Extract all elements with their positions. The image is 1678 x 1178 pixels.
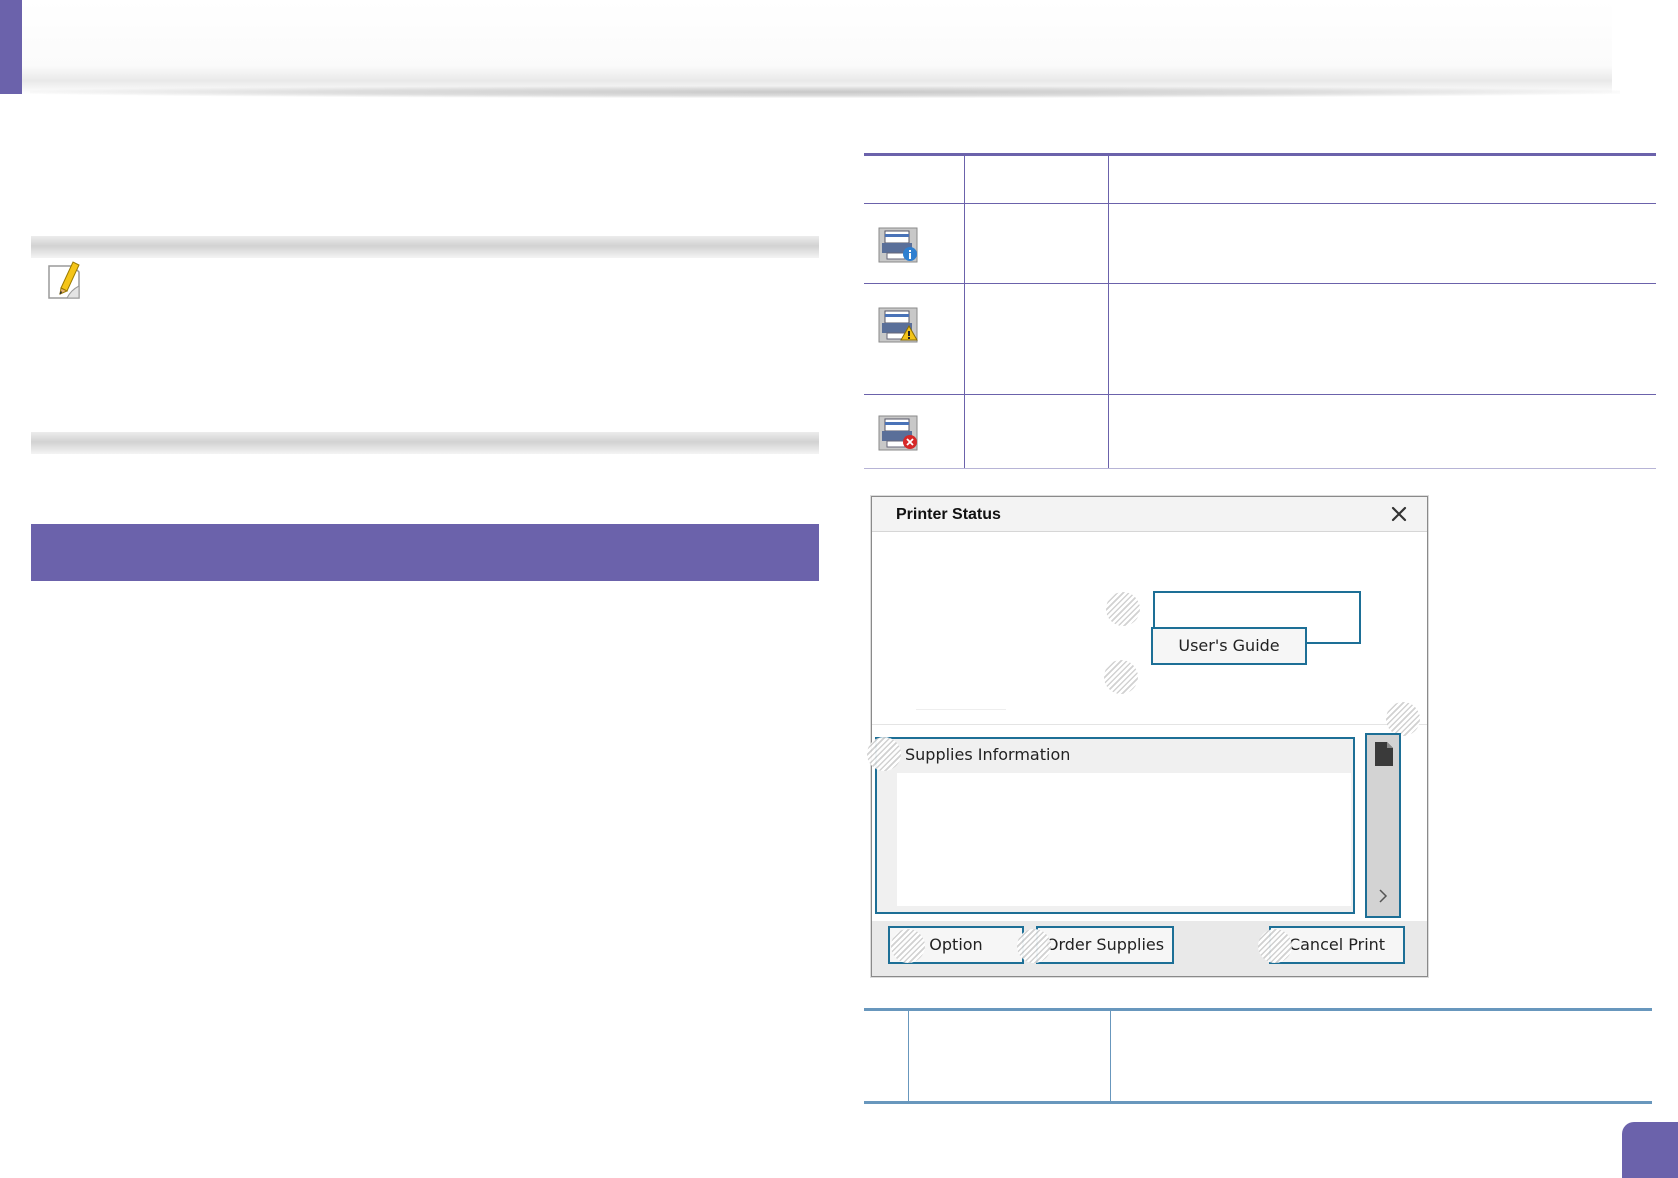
printer-status-dialog: Printer Status User's Guide Supplies Inf… (867, 496, 1428, 977)
close-icon[interactable] (1389, 504, 1409, 524)
printer-info-icon (877, 226, 921, 264)
table-column-divider (1110, 1011, 1111, 1101)
chevron-right-icon[interactable] (1376, 887, 1390, 910)
printer-warning-icon (877, 306, 921, 344)
callout-marker (1106, 592, 1140, 626)
note-pencil-icon (45, 258, 85, 302)
page-number-badge (1622, 1122, 1678, 1178)
header-accent-bar (0, 0, 22, 94)
table-column-divider (908, 1011, 909, 1101)
dialog-title: Printer Status (896, 506, 1001, 523)
dialog-title-bar: Printer Status (872, 497, 1427, 532)
callout-marker (1017, 929, 1051, 963)
supplies-content-area (897, 773, 1351, 906)
header-band (22, 0, 1612, 94)
table-row-divider (864, 283, 1656, 284)
supplies-information-panel: Supplies Information (875, 737, 1355, 914)
table-row-divider (864, 203, 1656, 204)
callout-marker (891, 929, 925, 963)
printer-error-icon (877, 414, 921, 452)
callout-marker (1386, 702, 1420, 736)
table-row-divider (864, 394, 1656, 395)
order-supplies-button[interactable]: Order Supplies (1036, 926, 1174, 964)
header-divider (30, 86, 1620, 98)
callout-marker (1104, 660, 1138, 694)
supplies-information-label: Supplies Information (905, 745, 1071, 764)
status-divider (916, 709, 1006, 710)
printer-status-area: User's Guide (872, 532, 1427, 725)
users-guide-button[interactable]: User's Guide (1151, 627, 1307, 665)
note-top-border (31, 236, 819, 258)
note-box (31, 236, 819, 454)
callout-marker (867, 737, 901, 771)
side-panel-toggle[interactable] (1365, 733, 1401, 918)
dialog-footer: Option Order Supplies Cancel Print (872, 921, 1427, 976)
callout-marker (1258, 929, 1292, 963)
callout-table (864, 1008, 1652, 1104)
document-icon (1374, 741, 1394, 772)
status-icon-table (864, 153, 1656, 469)
note-bottom-border (31, 432, 819, 454)
section-heading-bar (31, 524, 819, 581)
